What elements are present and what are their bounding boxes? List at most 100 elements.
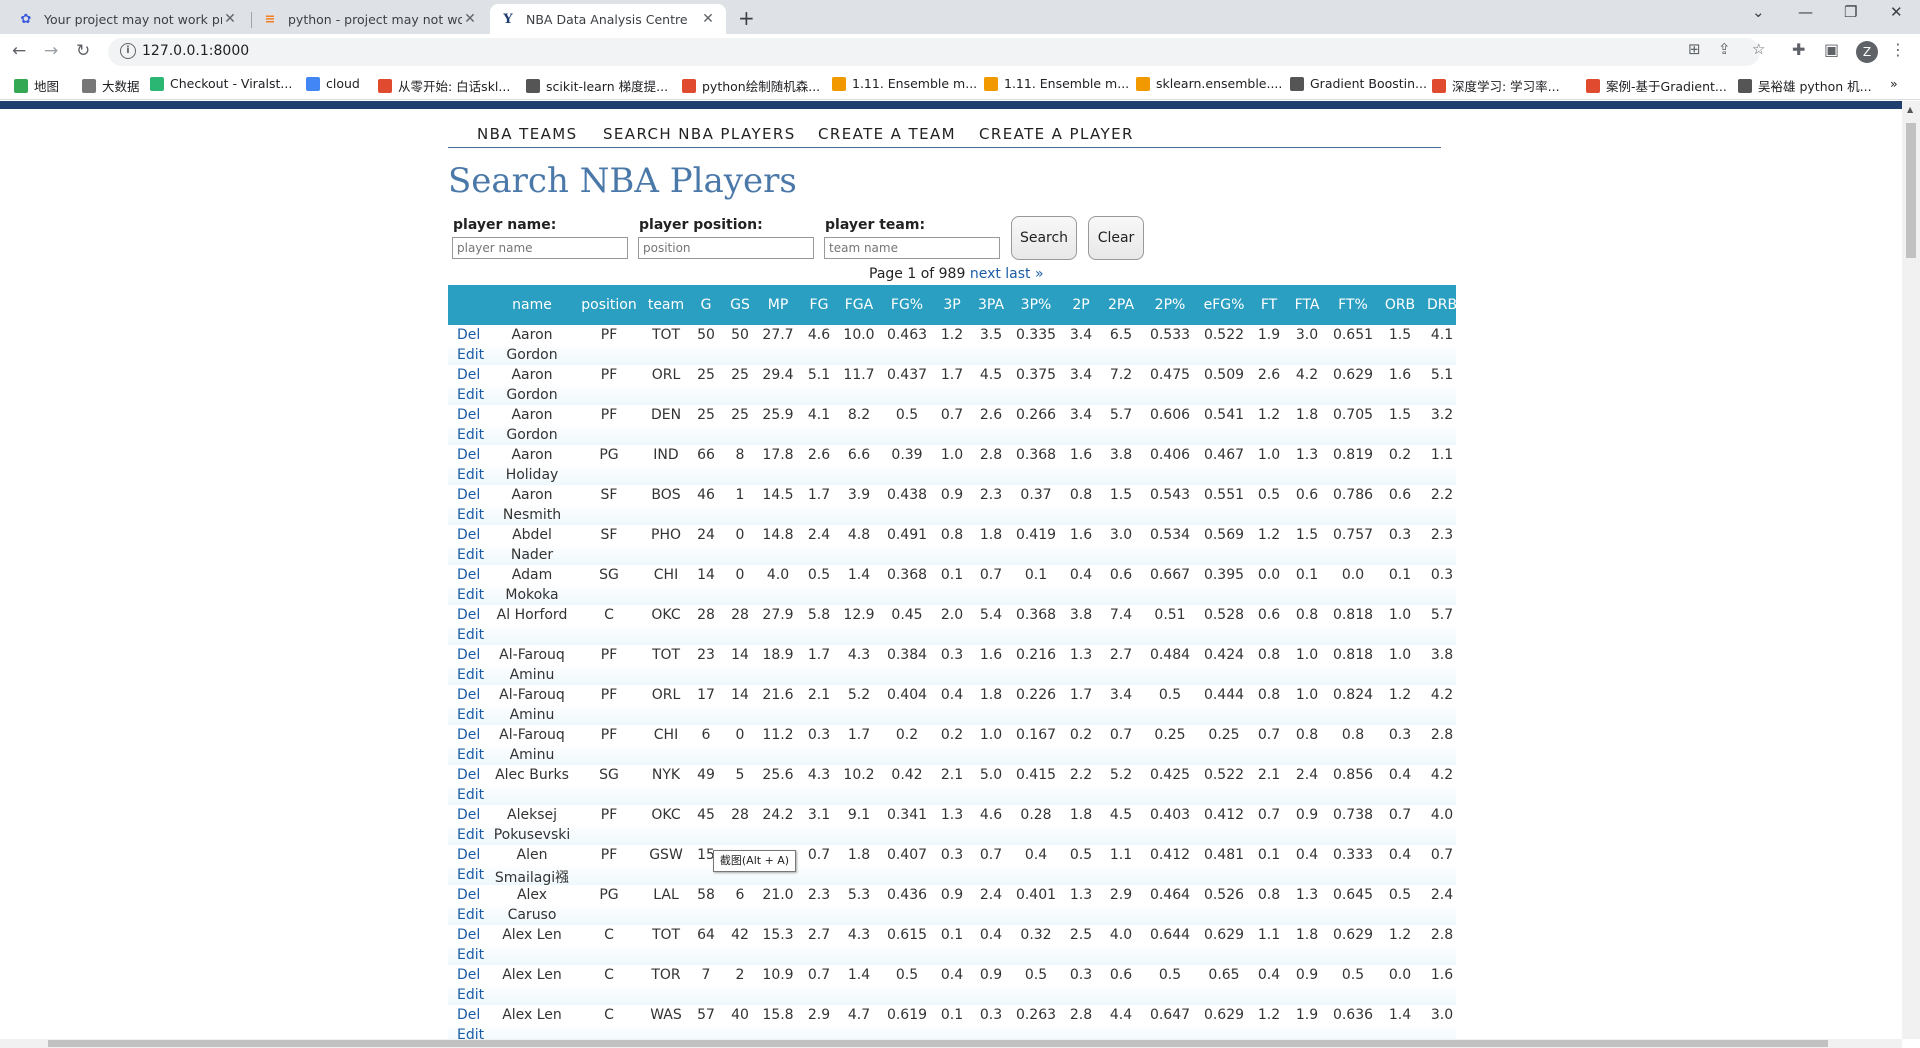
player-position-input[interactable] — [638, 237, 814, 259]
edit-link[interactable]: Edit — [457, 347, 484, 363]
close-icon[interactable]: ✕ — [462, 11, 478, 27]
edit-link[interactable]: Edit — [457, 987, 484, 1003]
nav-nba-teams[interactable]: NBA TEAMS — [477, 125, 578, 143]
horizontal-scrollbar[interactable] — [0, 1039, 1902, 1048]
bookmark-item[interactable]: scikit-learn 梯度提... — [526, 76, 668, 95]
delete-link[interactable]: Del — [457, 807, 480, 823]
tab-search-icon[interactable]: ⌄ — [1752, 3, 1765, 21]
edit-link[interactable]: Edit — [457, 707, 484, 723]
bookmark-item[interactable]: 案例-基于Gradient... — [1586, 76, 1727, 95]
forward-icon[interactable]: → — [44, 41, 58, 61]
bookmark-item[interactable]: python绘制随机森... — [682, 76, 820, 95]
edit-link[interactable]: Edit — [457, 907, 484, 923]
edit-link[interactable]: Edit — [457, 667, 484, 683]
delete-link[interactable]: Del — [457, 527, 480, 543]
side-panel-icon[interactable]: ▣ — [1824, 40, 1839, 59]
player-team-input[interactable] — [824, 237, 1000, 259]
bookmark-item[interactable]: Checkout - Viralst... — [150, 76, 292, 91]
vertical-scrollbar[interactable]: ▲ — [1902, 101, 1920, 1039]
browser-tab-1[interactable]: ✿ Your project may not work pro ✕ — [8, 4, 248, 34]
hscrollbar-thumb[interactable] — [48, 1040, 1828, 1047]
bookmark-item[interactable]: cloud — [306, 76, 360, 91]
url-text[interactable]: 127.0.0.1:8000 — [142, 43, 249, 59]
delete-link[interactable]: Del — [457, 967, 480, 983]
next-page-link[interactable]: next — [970, 266, 1001, 282]
edit-link[interactable]: Edit — [457, 1027, 484, 1039]
cell-fg-pct: 0.341 — [886, 807, 928, 823]
nav-create-team[interactable]: CREATE A TEAM — [818, 125, 956, 143]
delete-link[interactable]: Del — [457, 487, 480, 503]
cell-position: C — [604, 927, 614, 943]
bookmark-item[interactable]: 地图 — [14, 76, 59, 95]
new-tab-icon[interactable]: + — [738, 6, 755, 30]
back-icon[interactable]: ← — [12, 41, 26, 61]
delete-link[interactable]: Del — [457, 927, 480, 943]
delete-link[interactable]: Del — [457, 367, 480, 383]
bookmark-item[interactable]: 大数据 — [82, 76, 140, 95]
browser-tab-3[interactable]: Y NBA Data Analysis Centre ✕ — [490, 4, 726, 34]
last-page-link[interactable]: last » — [1005, 266, 1043, 282]
profile-avatar[interactable]: Z — [1856, 41, 1878, 63]
delete-link[interactable]: Del — [457, 327, 480, 343]
delete-link[interactable]: Del — [457, 847, 480, 863]
bookmark-item[interactable]: 1.11. Ensemble m... — [832, 76, 977, 91]
delete-link[interactable]: Del — [457, 767, 480, 783]
delete-link[interactable]: Del — [457, 727, 480, 743]
extensions-icon[interactable]: ✚ — [1792, 40, 1805, 59]
edit-link[interactable]: Edit — [457, 587, 484, 603]
edit-link[interactable]: Edit — [457, 387, 484, 403]
edit-link[interactable]: Edit — [457, 867, 484, 883]
window-close-icon[interactable]: ✕ — [1890, 3, 1903, 21]
bookmark-item[interactable]: Gradient Boostin... — [1290, 76, 1427, 91]
player-name-line1: Alex Len — [502, 967, 562, 983]
minimize-icon[interactable]: — — [1798, 3, 1813, 21]
edit-link[interactable]: Edit — [457, 947, 484, 963]
bookmark-item[interactable]: sklearn.ensemble.... — [1136, 76, 1282, 91]
address-bar[interactable]: i 127.0.0.1:8000 — [108, 38, 1760, 66]
scrollbar-thumb[interactable] — [1906, 123, 1916, 258]
delete-link[interactable]: Del — [457, 407, 480, 423]
translate-icon[interactable]: ⊞ — [1688, 40, 1701, 58]
delete-link[interactable]: Del — [457, 567, 480, 583]
close-icon[interactable]: ✕ — [700, 11, 716, 27]
nav-search-players[interactable]: SEARCH NBA PLAYERS — [603, 125, 796, 143]
edit-link[interactable]: Edit — [457, 427, 484, 443]
delete-link[interactable]: Del — [457, 447, 480, 463]
bookmark-item[interactable]: 从零开始: 白话skl... — [378, 76, 510, 95]
delete-link[interactable]: Del — [457, 1007, 480, 1023]
share-icon[interactable]: ⇪ — [1718, 40, 1731, 58]
clear-button[interactable]: Clear — [1088, 216, 1144, 260]
edit-link[interactable]: Edit — [457, 787, 484, 803]
edit-link[interactable]: Edit — [457, 507, 484, 523]
bookmark-item[interactable]: 吴裕雄 python 机... — [1738, 76, 1872, 95]
reload-icon[interactable]: ↻ — [76, 41, 90, 61]
bookmark-star-icon[interactable]: ☆ — [1752, 40, 1765, 58]
cell-2p-pct: 0.464 — [1149, 887, 1191, 903]
scroll-up-icon[interactable]: ▲ — [1907, 105, 1913, 114]
menu-kebab-icon[interactable]: ⋮ — [1890, 40, 1906, 59]
delete-link[interactable]: Del — [457, 647, 480, 663]
delete-link[interactable]: Del — [457, 687, 480, 703]
close-icon[interactable]: ✕ — [222, 11, 238, 27]
player-name-input[interactable] — [452, 237, 628, 259]
edit-link[interactable]: Edit — [457, 547, 484, 563]
cell-orb: 1.5 — [1388, 407, 1412, 423]
search-button[interactable]: Search — [1011, 216, 1077, 260]
restore-icon[interactable]: ❐ — [1844, 3, 1857, 21]
site-info-icon[interactable]: i — [120, 43, 136, 59]
stack-icon: ≡ — [264, 11, 276, 27]
edit-link[interactable]: Edit — [457, 627, 484, 643]
bookmarks-more-icon[interactable]: » — [1890, 76, 1898, 91]
edit-link[interactable]: Edit — [457, 747, 484, 763]
bookmark-item[interactable]: 1.11. Ensemble m... — [984, 76, 1129, 91]
nav-create-player[interactable]: CREATE A PLAYER — [979, 125, 1134, 143]
delete-link[interactable]: Del — [457, 887, 480, 903]
delete-link[interactable]: Del — [457, 607, 480, 623]
edit-link[interactable]: Edit — [457, 467, 484, 483]
edit-link[interactable]: Edit — [457, 827, 484, 843]
browser-tab-2[interactable]: ≡ python - project may not work ✕ — [252, 4, 488, 34]
bookmark-item[interactable]: 深度学习: 学习率... — [1432, 76, 1560, 95]
cell-2p: 0.2 — [1069, 727, 1093, 743]
bookmark-label: 1.11. Ensemble m... — [852, 76, 978, 91]
cell-g: 66 — [697, 447, 715, 463]
